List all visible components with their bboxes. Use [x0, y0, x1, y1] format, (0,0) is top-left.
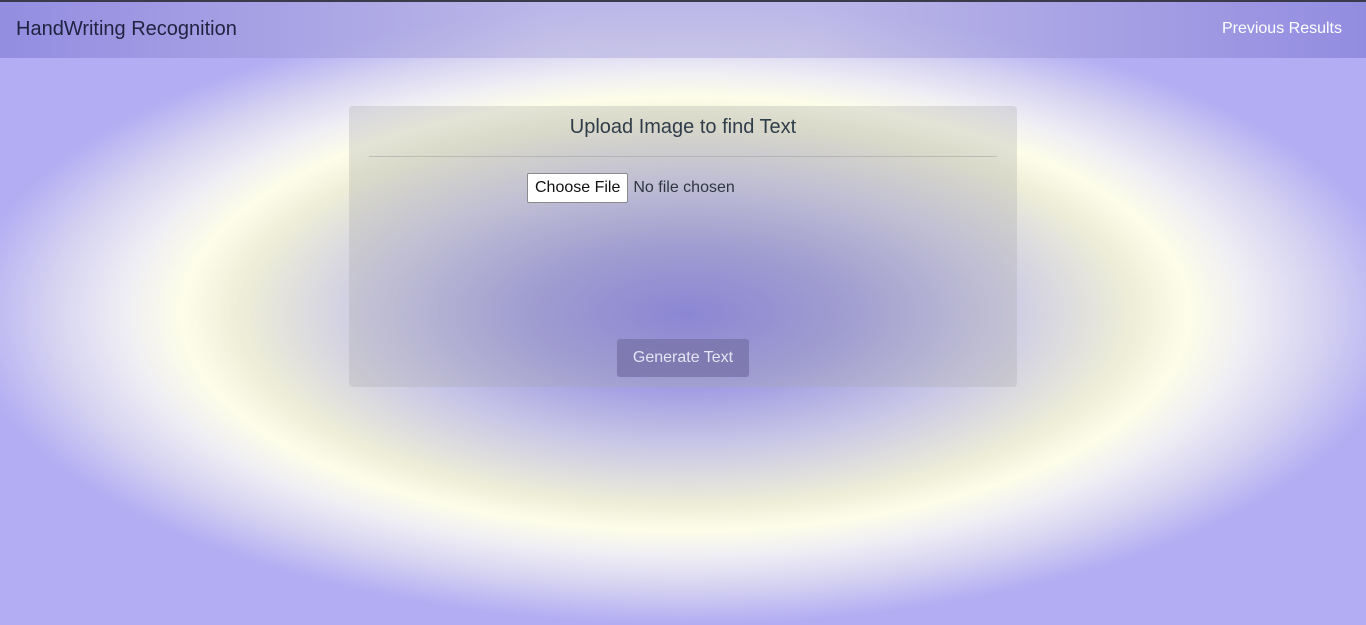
upload-title: Upload Image to find Text [569, 116, 797, 138]
navbar: HandWriting Recognition Previous Results [0, 2, 1366, 58]
file-status-text: No file chosen [633, 179, 735, 196]
generate-text-button[interactable]: Generate Text [617, 339, 749, 377]
upload-card: Upload Image to find Text Choose File No… [349, 106, 1017, 387]
choose-file-button[interactable]: Choose File [527, 173, 629, 203]
brand-title[interactable]: HandWriting Recognition [16, 18, 237, 41]
divider [369, 156, 997, 157]
previous-results-link[interactable]: Previous Results [1222, 20, 1342, 38]
file-input[interactable]: Choose File No file chosen [527, 173, 735, 203]
